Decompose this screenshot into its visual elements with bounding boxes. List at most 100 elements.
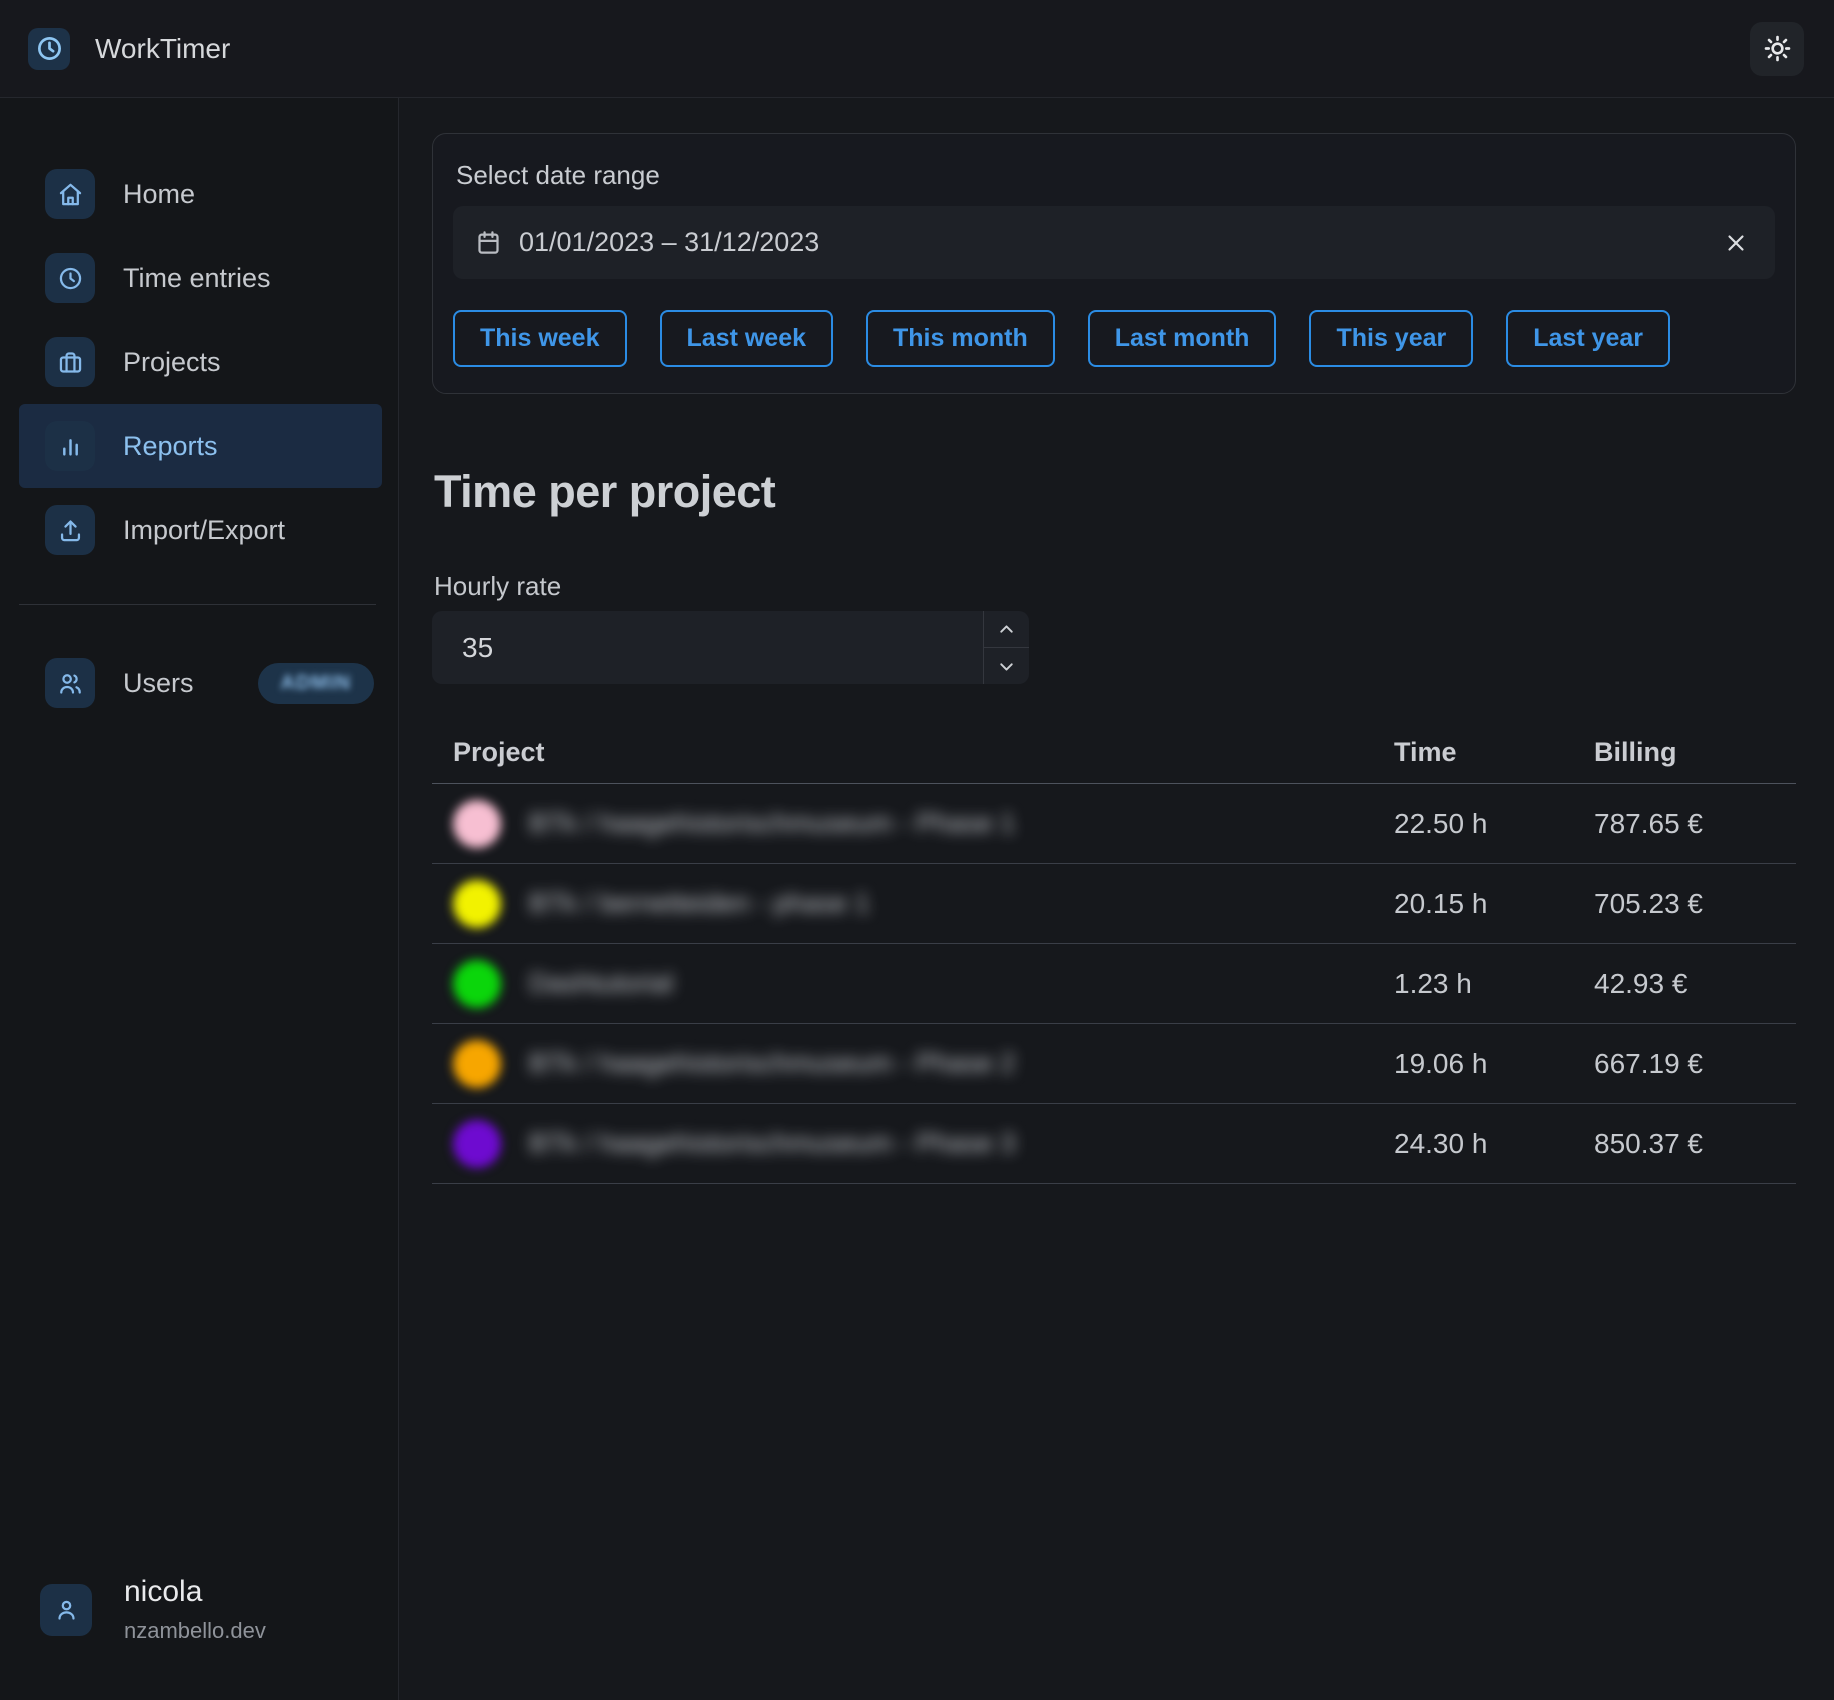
date-range-value: 01/01/2023 – 31/12/2023 xyxy=(519,227,1723,258)
hourly-rate-value: 35 xyxy=(432,611,983,684)
project-name-blurred: BTk / haagehistorischmuseum - Phase 1 xyxy=(529,808,1015,839)
main-content: Select date range 01/01/2023 – 31/12/202… xyxy=(399,98,1834,1700)
sun-icon xyxy=(1763,34,1792,63)
topbar: WorkTimer xyxy=(0,0,1834,98)
user-icon xyxy=(53,1596,80,1623)
sidebar-item-projects[interactable]: Projects xyxy=(19,320,382,404)
hourly-rate-label: Hourly rate xyxy=(434,571,1796,602)
table-row: BTk / bernetteiden - phase 1 20.15 h 705… xyxy=(432,864,1796,944)
profile-domain: nzambello.dev xyxy=(124,1618,266,1644)
billing-cell: 667.19 € xyxy=(1594,1048,1796,1080)
project-cell: BTk / haagehistorischmuseum - Phase 2 xyxy=(432,1040,1394,1088)
billing-cell: 787.65 € xyxy=(1594,808,1796,840)
time-cell: 24.30 h xyxy=(1394,1128,1594,1160)
time-cell: 19.06 h xyxy=(1394,1048,1594,1080)
this-month-button[interactable]: This month xyxy=(866,310,1055,367)
bar-chart-icon xyxy=(57,433,84,460)
billing-cell: 850.37 € xyxy=(1594,1128,1796,1160)
sidebar-item-reports[interactable]: Reports xyxy=(19,404,382,488)
user-profile[interactable]: nicola nzambello.dev xyxy=(40,1575,266,1644)
table-row: BTk / haagehistorischmuseum - Phase 1 22… xyxy=(432,784,1796,864)
project-color-dot xyxy=(453,1040,501,1088)
time-per-project-table: Project Time Billing BTk / haagehistoris… xyxy=(432,722,1796,1184)
project-cell: BTk / bernetteiden - phase 1 xyxy=(432,880,1394,928)
sidebar-item-home[interactable]: Home xyxy=(19,152,382,236)
home-icon-tile xyxy=(45,169,95,219)
hourly-rate-input[interactable]: 35 xyxy=(432,611,1029,684)
upload-icon-tile xyxy=(45,505,95,555)
app-logo xyxy=(28,28,70,70)
column-header-billing: Billing xyxy=(1594,737,1796,768)
admin-badge-text: ADMIN xyxy=(281,672,352,695)
project-cell: Dashtutorial xyxy=(432,960,1394,1008)
profile-text: nicola nzambello.dev xyxy=(124,1575,266,1644)
briefcase-icon-tile xyxy=(45,337,95,387)
users-icon-tile xyxy=(45,658,95,708)
stepper-increment-button[interactable] xyxy=(984,611,1029,648)
hourly-rate-stepper xyxy=(983,611,1029,684)
time-cell: 1.23 h xyxy=(1394,968,1594,1000)
project-color-dot xyxy=(453,960,501,1008)
sidebar-item-import-export[interactable]: Import/Export xyxy=(19,488,382,572)
column-header-project: Project xyxy=(432,737,1394,768)
column-header-time: Time xyxy=(1394,737,1594,768)
stepper-decrement-button[interactable] xyxy=(984,648,1029,684)
profile-username: nicola xyxy=(124,1575,266,1609)
time-cell: 22.50 h xyxy=(1394,808,1594,840)
project-color-dot xyxy=(453,800,501,848)
table-row: BTk / haagehistorischmuseum - Phase 2 19… xyxy=(432,1024,1796,1104)
billing-cell: 705.23 € xyxy=(1594,888,1796,920)
page-title: Time per project xyxy=(434,466,1796,518)
chevron-down-icon xyxy=(996,656,1017,677)
sidebar-item-label: Time entries xyxy=(123,263,271,294)
sidebar: Home Time entries Projects Reports xyxy=(0,98,399,1700)
last-week-button[interactable]: Last week xyxy=(660,310,834,367)
clock-icon-tile xyxy=(45,253,95,303)
user-icon-tile xyxy=(40,1584,92,1636)
clock-icon xyxy=(57,265,84,292)
last-month-button[interactable]: Last month xyxy=(1088,310,1277,367)
table-row: BTk / haagehistorischmuseum - Phase 3 24… xyxy=(432,1104,1796,1184)
clock-icon xyxy=(36,35,63,62)
calendar-icon xyxy=(475,229,502,256)
project-cell: BTk / haagehistorischmuseum - Phase 3 xyxy=(432,1120,1394,1168)
admin-badge: ADMIN xyxy=(258,663,375,704)
project-name-blurred: BTk / bernetteiden - phase 1 xyxy=(529,888,870,919)
table-row: Dashtutorial 1.23 h 42.93 € xyxy=(432,944,1796,1024)
table-header-row: Project Time Billing xyxy=(432,722,1796,784)
bar-chart-icon-tile xyxy=(45,421,95,471)
project-name-blurred: Dashtutorial xyxy=(529,968,673,999)
this-year-button[interactable]: This year xyxy=(1309,310,1473,367)
quick-range-buttons: This week Last week This month Last mont… xyxy=(453,310,1775,367)
briefcase-icon xyxy=(57,349,84,376)
sidebar-item-users[interactable]: Users ADMIN xyxy=(19,641,382,725)
app-title: WorkTimer xyxy=(95,33,230,65)
theme-toggle-button[interactable] xyxy=(1750,22,1804,76)
brand: WorkTimer xyxy=(28,28,230,70)
project-color-dot xyxy=(453,880,501,928)
date-range-input[interactable]: 01/01/2023 – 31/12/2023 xyxy=(453,206,1775,279)
sidebar-item-label: Projects xyxy=(123,347,221,378)
sidebar-divider xyxy=(19,604,376,605)
users-icon xyxy=(57,670,84,697)
project-color-dot xyxy=(453,1120,501,1168)
sidebar-item-label: Home xyxy=(123,179,195,210)
clear-date-icon[interactable] xyxy=(1723,230,1749,256)
date-range-label: Select date range xyxy=(456,160,1775,191)
chevron-up-icon xyxy=(996,619,1017,640)
home-icon xyxy=(57,181,84,208)
billing-cell: 42.93 € xyxy=(1594,968,1796,1000)
time-cell: 20.15 h xyxy=(1394,888,1594,920)
sidebar-item-time-entries[interactable]: Time entries xyxy=(19,236,382,320)
project-name-blurred: BTk / haagehistorischmuseum - Phase 3 xyxy=(529,1128,1015,1159)
project-cell: BTk / haagehistorischmuseum - Phase 1 xyxy=(432,800,1394,848)
sidebar-item-label: Import/Export xyxy=(123,515,285,546)
sidebar-item-label: Reports xyxy=(123,431,218,462)
last-year-button[interactable]: Last year xyxy=(1506,310,1670,367)
sidebar-item-label: Users xyxy=(123,668,194,699)
this-week-button[interactable]: This week xyxy=(453,310,627,367)
sidebar-nav: Home Time entries Projects Reports xyxy=(0,152,398,572)
upload-icon xyxy=(57,517,84,544)
project-name-blurred: BTk / haagehistorischmuseum - Phase 2 xyxy=(529,1048,1015,1079)
date-range-card: Select date range 01/01/2023 – 31/12/202… xyxy=(432,133,1796,394)
